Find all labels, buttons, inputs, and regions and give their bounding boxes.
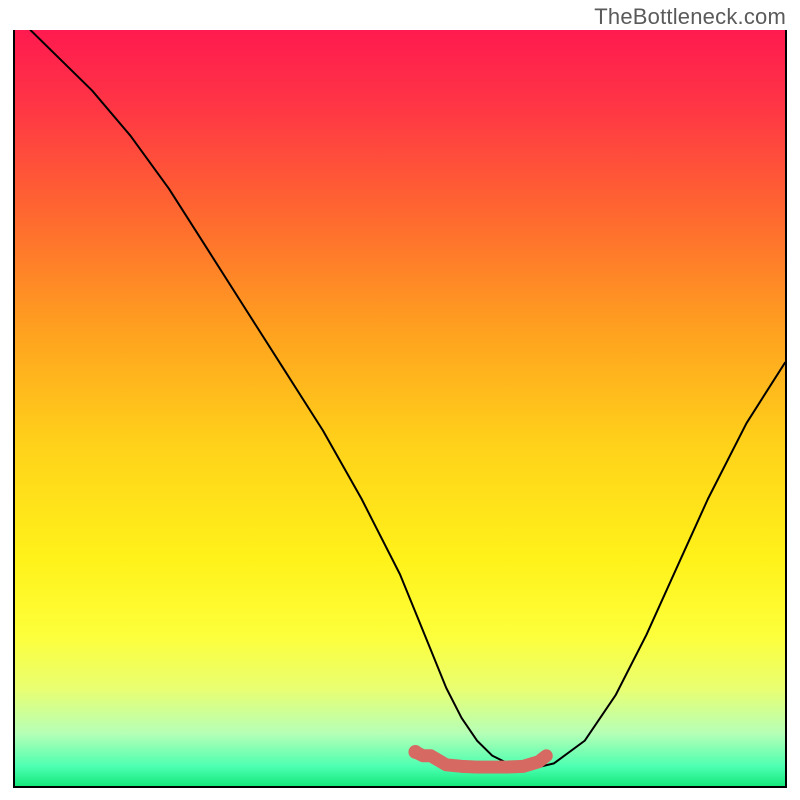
chart-svg [15,30,785,786]
highlight-dot [408,745,422,759]
watermark-text: TheBottleneck.com [594,4,786,30]
chart-background [15,30,785,786]
chart-frame [13,30,787,788]
